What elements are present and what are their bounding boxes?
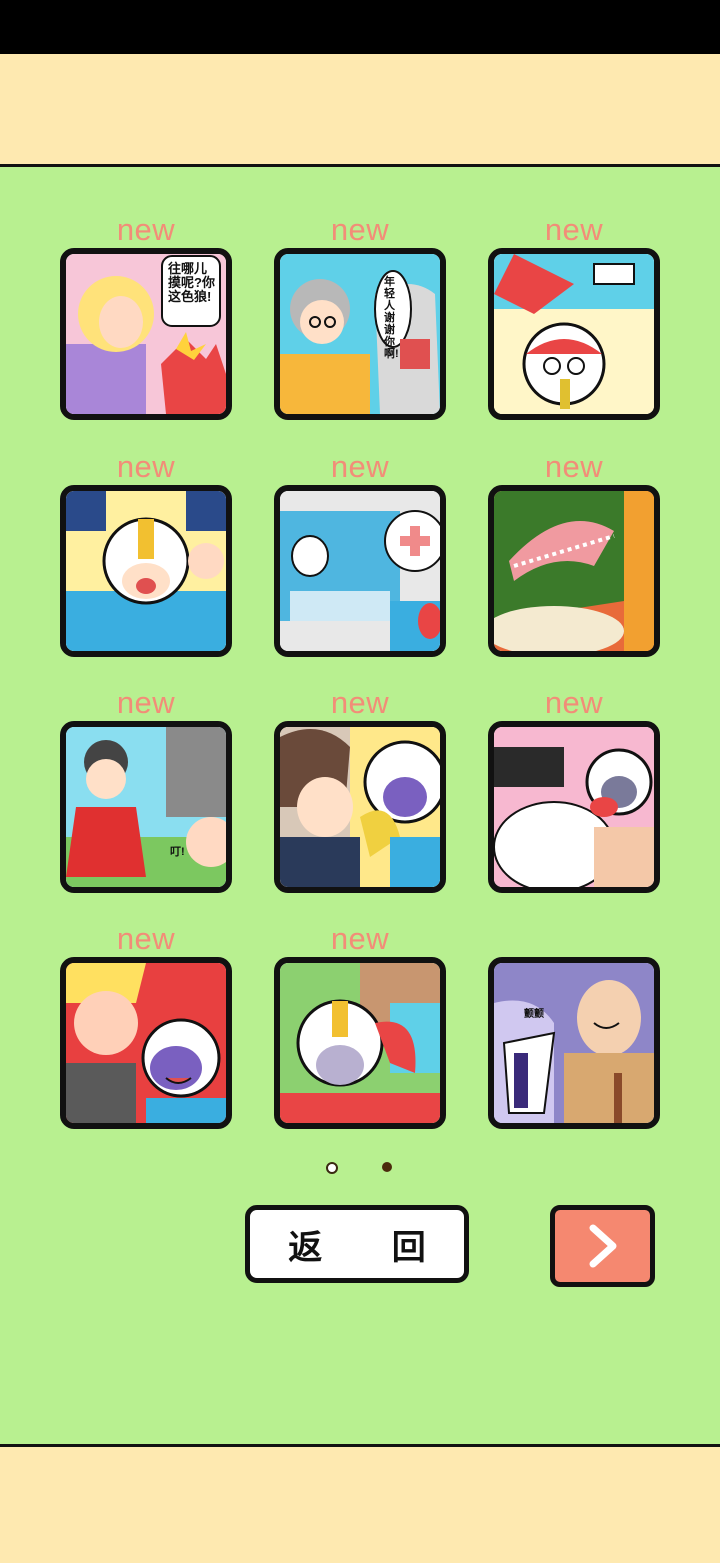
comic-gallery-grid: new 往哪儿摸呢?你这色狼! new 年轻人谢谢你啊! new new new… xyxy=(0,0,720,1200)
page-indicator xyxy=(0,1162,720,1178)
bottom-footer-band xyxy=(0,1444,720,1563)
speech-bubble-text: 往哪儿摸呢?你这色狼! xyxy=(168,261,215,304)
gallery-item[interactable]: new 叮! xyxy=(60,687,232,893)
new-badge: new xyxy=(330,449,390,484)
new-badge: new xyxy=(330,212,390,247)
comic-thumbnail[interactable]: 年轻人谢谢你啊! xyxy=(274,248,446,420)
new-badge: new xyxy=(116,449,176,484)
comic-image xyxy=(494,727,654,887)
gallery-item[interactable]: new xyxy=(60,451,232,657)
new-badge: new xyxy=(544,685,604,720)
comic-thumbnail[interactable] xyxy=(60,957,232,1129)
new-badge: new xyxy=(116,212,176,247)
comic-thumbnail[interactable]: 颤颤 xyxy=(488,957,660,1129)
gallery-item[interactable]: new xyxy=(274,687,446,893)
comic-thumbnail[interactable] xyxy=(274,721,446,893)
new-badge: new xyxy=(116,685,176,720)
comic-thumbnail[interactable] xyxy=(60,485,232,657)
comic-image xyxy=(494,963,654,1123)
gallery-item[interactable]: new xyxy=(274,923,446,1129)
comic-thumbnail[interactable]: 叮! xyxy=(60,721,232,893)
gallery-item[interactable]: new xyxy=(488,451,660,657)
comic-image xyxy=(494,491,654,651)
comic-thumbnail[interactable] xyxy=(274,957,446,1129)
next-page-button[interactable] xyxy=(550,1205,655,1287)
sound-effect-text: 颤颤 xyxy=(524,1009,544,1020)
comic-image xyxy=(66,963,226,1123)
back-button-label: 返 回 xyxy=(288,1228,456,1267)
gallery-item[interactable]: new xyxy=(274,451,446,657)
sound-effect-text: 叮! xyxy=(170,846,185,858)
new-badge: new xyxy=(330,921,390,956)
comic-image xyxy=(66,727,226,887)
gallery-item[interactable]: 颤颤 xyxy=(488,957,660,1129)
speech-bubble-text: 年轻人谢谢你啊! xyxy=(384,276,399,360)
gallery-item[interactable]: new xyxy=(60,923,232,1129)
comic-image xyxy=(280,254,440,414)
new-badge: new xyxy=(330,685,390,720)
comic-image xyxy=(280,491,440,651)
new-badge: new xyxy=(544,449,604,484)
gallery-item[interactable]: new xyxy=(488,214,660,420)
comic-image xyxy=(494,254,654,414)
comic-thumbnail[interactable] xyxy=(488,485,660,657)
page-dot-2-active[interactable] xyxy=(382,1162,392,1172)
page-dot-1[interactable] xyxy=(326,1162,338,1174)
comic-image xyxy=(280,963,440,1123)
comic-image xyxy=(280,727,440,887)
chevron-right-icon xyxy=(589,1224,616,1268)
new-badge: new xyxy=(116,921,176,956)
new-badge: new xyxy=(544,212,604,247)
gallery-item[interactable]: new 年轻人谢谢你啊! xyxy=(274,214,446,420)
gallery-item[interactable]: new 往哪儿摸呢?你这色狼! xyxy=(60,214,232,420)
comic-thumbnail[interactable] xyxy=(274,485,446,657)
comic-thumbnail[interactable] xyxy=(488,248,660,420)
comic-image xyxy=(66,491,226,651)
gallery-item[interactable]: new xyxy=(488,687,660,893)
comic-thumbnail[interactable]: 往哪儿摸呢?你这色狼! xyxy=(60,248,232,420)
back-button[interactable]: 返 回 xyxy=(245,1205,469,1283)
comic-thumbnail[interactable] xyxy=(488,721,660,893)
